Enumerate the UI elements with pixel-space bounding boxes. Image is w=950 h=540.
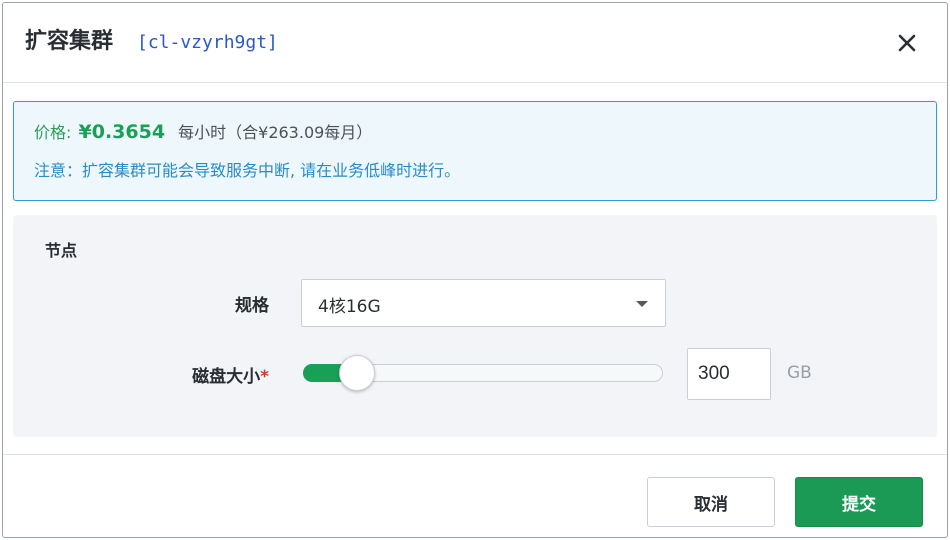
node-section: 节点 规格 4核16G 磁盘大小* GB [13, 215, 937, 437]
spec-select[interactable]: 4核16G [301, 279, 666, 327]
price-notice: 价格: ¥0.3654 每小时（合¥263.09每月） 注意：扩容集群可能会导致… [13, 101, 937, 201]
cancel-button[interactable]: 取消 [647, 477, 775, 527]
price-line: 价格: ¥0.3654 每小时（合¥263.09每月） [34, 119, 372, 145]
scale-cluster-dialog: 扩容集群 [cl-vzyrh9gt] 价格: ¥0.3654 每小时（合¥263… [2, 2, 948, 538]
spec-label: 规格 [235, 296, 269, 316]
disk-size-slider-handle[interactable] [339, 355, 375, 391]
close-button[interactable] [891, 27, 923, 59]
section-title: 节点 [45, 241, 78, 260]
spec-select-value: 4核16G [318, 297, 381, 317]
cluster-id: [cl-vzyrh9gt] [137, 32, 278, 53]
disk-unit: GB [787, 363, 812, 383]
submit-button[interactable]: 提交 [795, 477, 923, 527]
disk-size-label: 磁盘大小* [21, 362, 269, 387]
required-mark: * [260, 367, 269, 387]
price-value: ¥0.3654 [78, 121, 166, 143]
dialog-header: 扩容集群 [cl-vzyrh9gt] [3, 3, 947, 83]
price-label: 价格: [34, 123, 72, 142]
dialog-footer: 取消 提交 [3, 454, 947, 537]
disk-size-label-text: 磁盘大小 [192, 367, 261, 387]
warning-text: 注意：扩容集群可能会导致服务中断, 请在业务低峰时进行。 [34, 161, 461, 180]
close-icon [898, 34, 916, 52]
disk-size-input[interactable] [687, 348, 771, 400]
caret-down-icon [636, 301, 648, 307]
price-unit: 每小时（合¥263.09每月） [178, 123, 373, 142]
dialog-title: 扩容集群 [25, 29, 114, 54]
